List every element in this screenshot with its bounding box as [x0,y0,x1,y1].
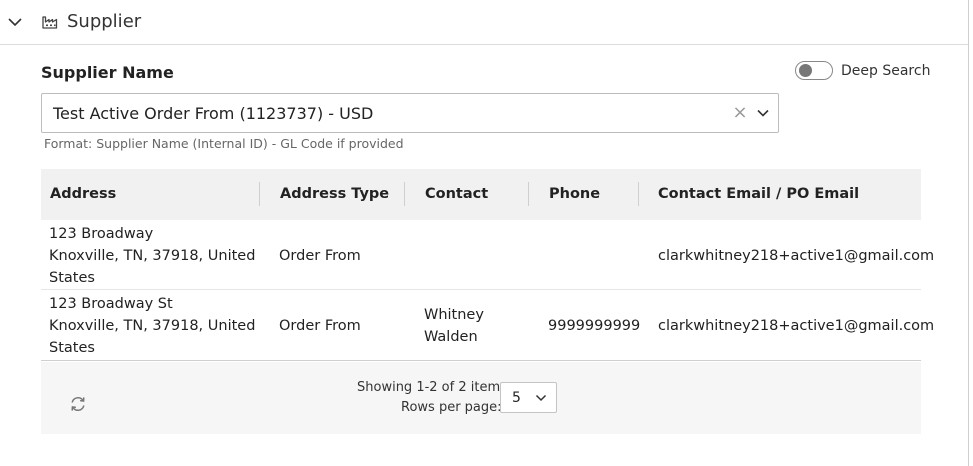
factory-icon [42,16,58,29]
supplier-select[interactable]: Test Active Order From (1123737) - USD × [41,93,779,133]
panel-edge [968,0,973,466]
column-header-email[interactable]: Contact Email / PO Email [658,186,859,202]
table-row[interactable]: 123 Broadway Knoxville, TN, 37918, Unite… [41,220,934,290]
contact-cell: Whitney [424,307,484,323]
chevron-down-icon[interactable] [7,14,23,30]
toggle-knob [799,64,812,77]
chevron-down-icon[interactable] [756,106,770,120]
column-header-phone[interactable]: Phone [549,186,600,202]
phone-cell: 9999999999 [548,318,641,334]
pager-summary: Showing 1-2 of 2 items [357,380,507,395]
rows-per-page-label: Rows per page: [401,400,502,415]
contact-cell: Walden [424,329,478,345]
supplier-select-value: Test Active Order From (1123737) - USD [53,104,374,123]
address-line: 123 Broadway [49,226,154,242]
section-header[interactable]: Supplier [0,0,968,45]
address-line: Knoxville, TN, 37918, United [49,248,256,264]
section-title: Supplier [67,11,142,32]
supplier-name-label: Supplier Name [41,63,174,82]
column-divider[interactable] [259,182,260,206]
rows-per-page-select[interactable]: 5 [500,382,557,413]
address-line: States [49,270,95,286]
table-pager: Showing 1-2 of 2 items Rows per page: 5 [41,362,921,434]
column-divider[interactable] [638,182,639,206]
address-type-cell: Order From [279,318,361,334]
column-header-address[interactable]: Address [50,186,116,202]
chevron-down-icon[interactable] [535,392,547,404]
address-line: 123 Broadway St [49,296,173,312]
supplier-address-table: Address Address Type Contact Phone Conta… [41,169,934,361]
deep-search-toggle[interactable] [795,61,833,80]
supplier-format-hint: Format: Supplier Name (Internal ID) - GL… [44,136,404,151]
column-divider[interactable] [404,182,405,206]
close-icon[interactable]: × [732,102,748,124]
column-header-address-type[interactable]: Address Type [280,186,389,202]
table-header: Address Address Type Contact Phone Conta… [41,169,921,220]
refresh-icon[interactable] [69,395,87,413]
deep-search-label: Deep Search [841,63,931,79]
address-line: States [49,340,95,356]
address-line: Knoxville, TN, 37918, United [49,318,256,334]
email-cell: clarkwhitney218+active1@gmail.com [658,248,935,264]
address-type-cell: Order From [279,248,361,264]
rows-per-page-value: 5 [512,390,521,406]
email-cell: clarkwhitney218+active1@gmail.com [658,318,935,334]
column-header-contact[interactable]: Contact [425,186,488,202]
column-divider[interactable] [528,182,529,206]
table-row[interactable]: 123 Broadway St Knoxville, TN, 37918, Un… [41,290,934,361]
